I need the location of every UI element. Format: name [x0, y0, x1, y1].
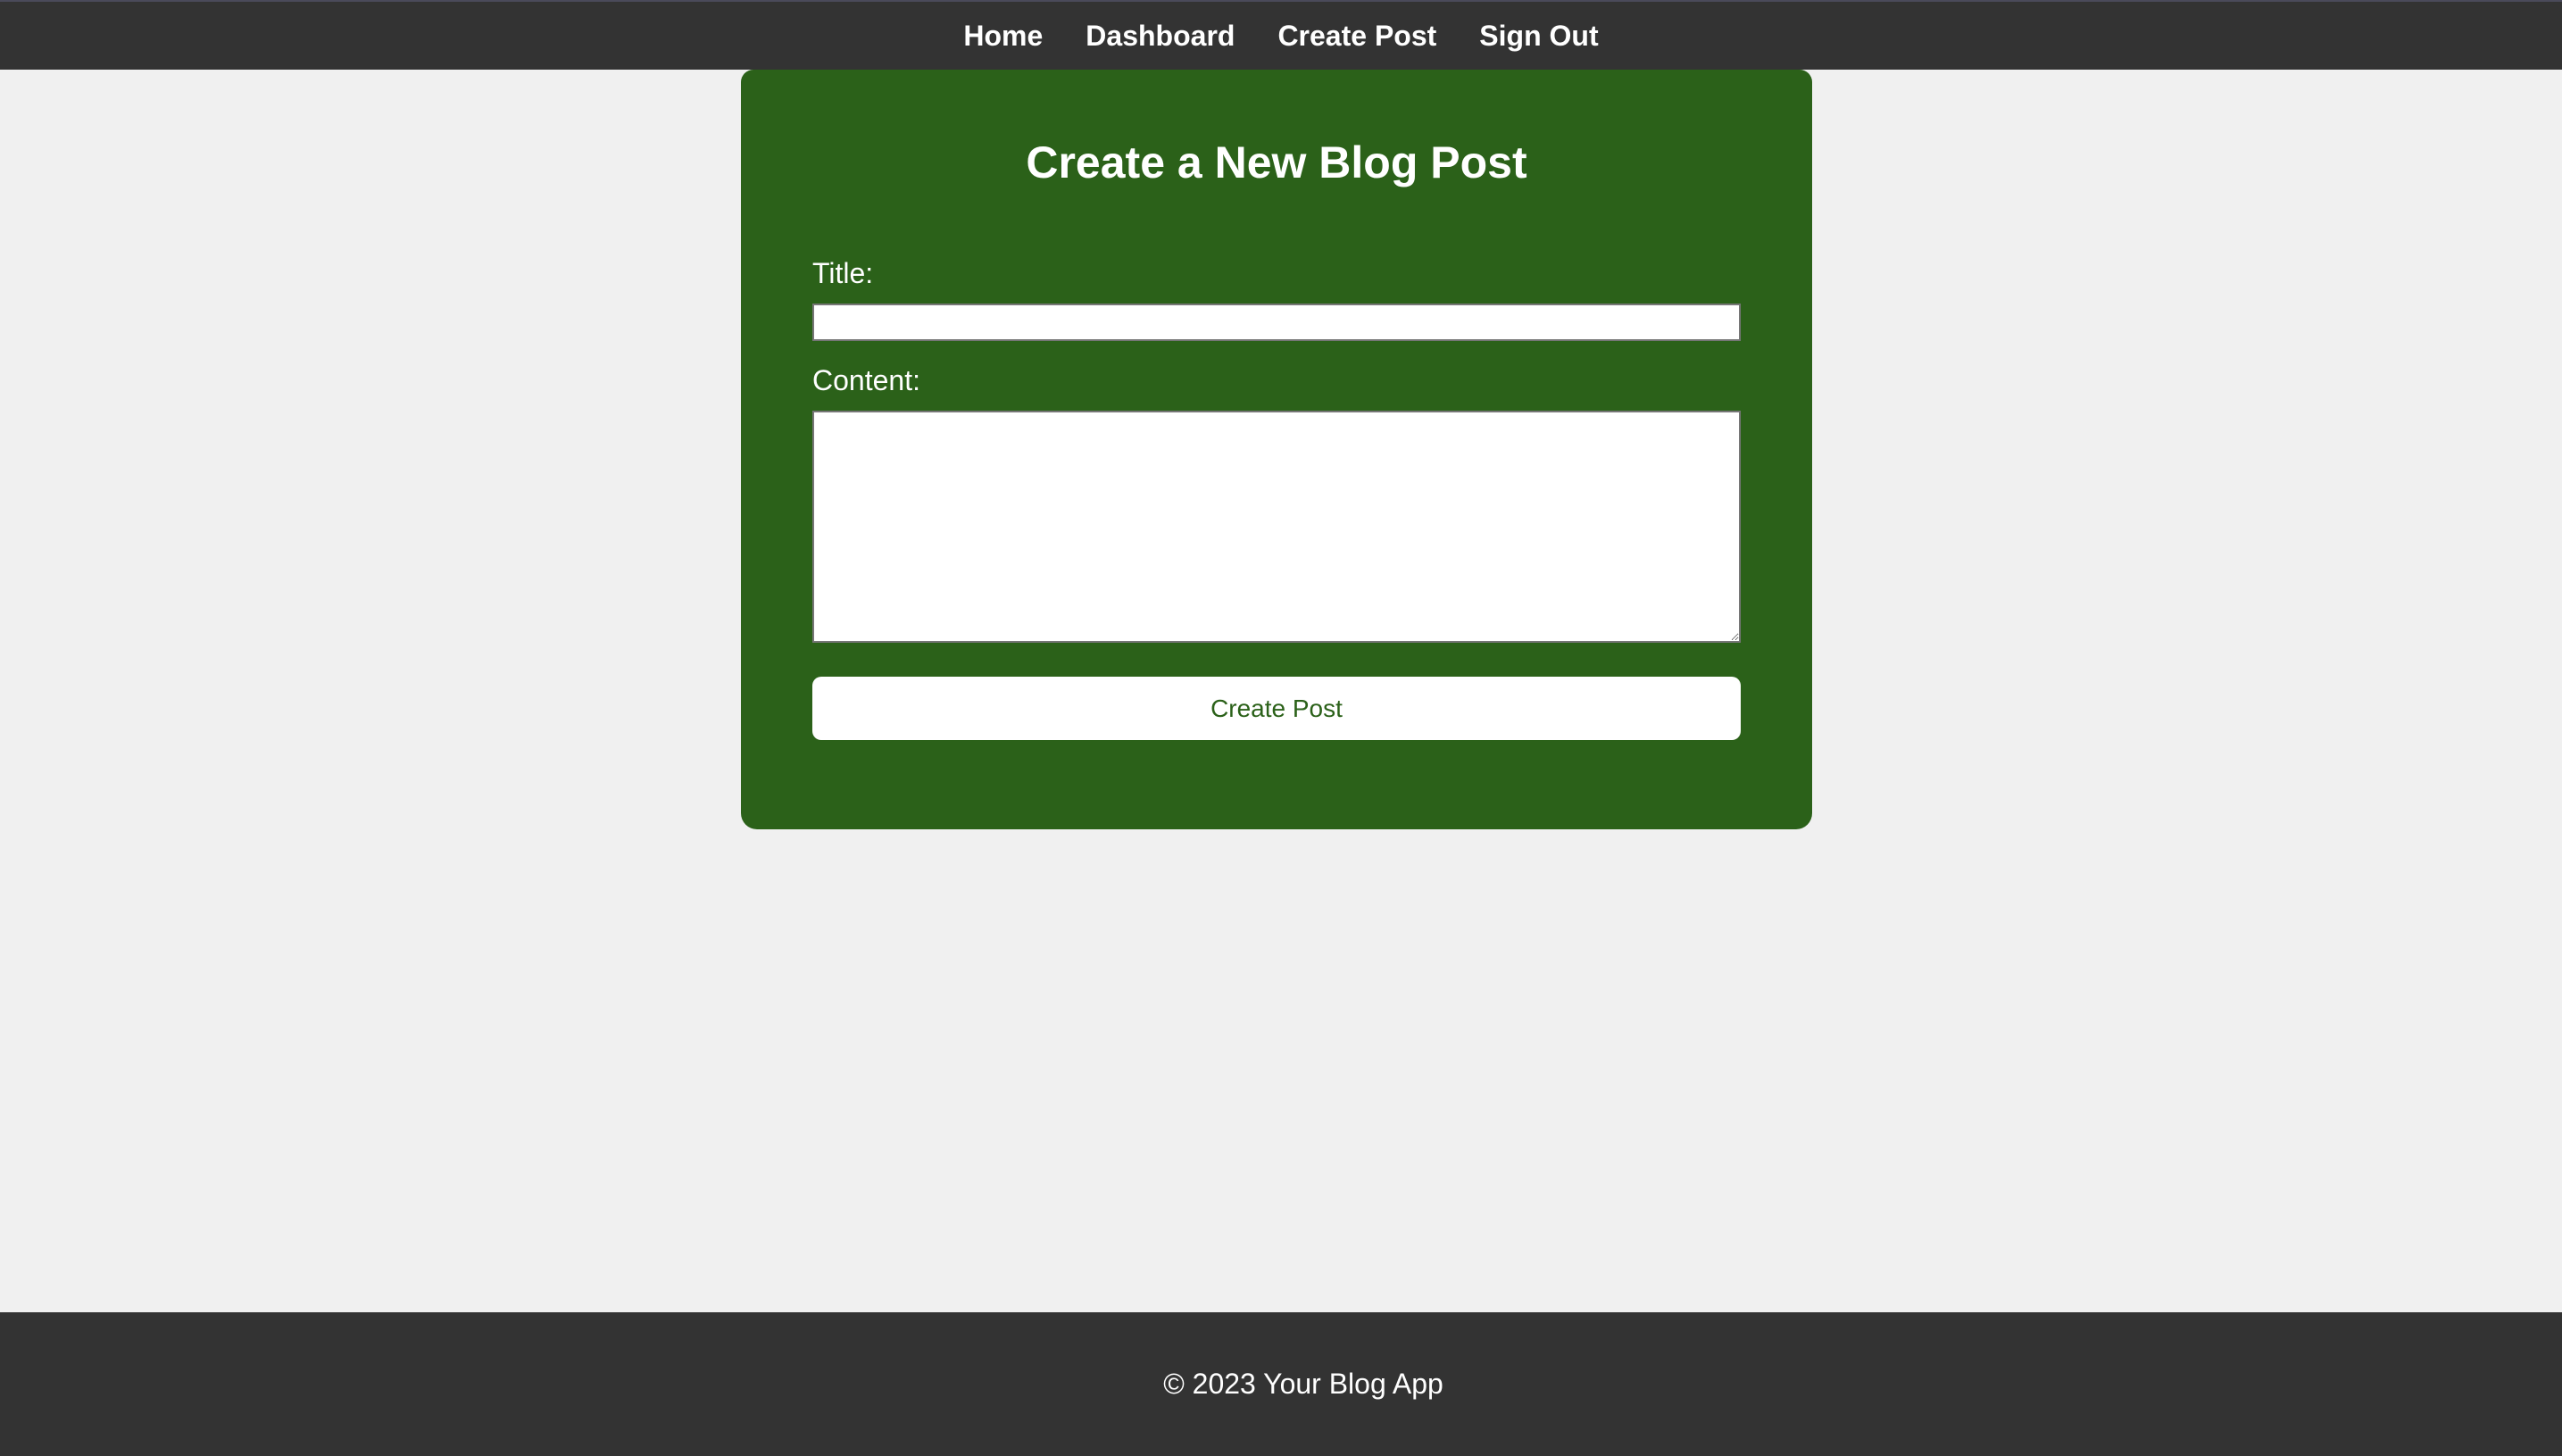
nav-link-dashboard[interactable]: Dashboard: [1086, 20, 1235, 53]
content-textarea[interactable]: [812, 411, 1741, 643]
top-navbar: Home Dashboard Create Post Sign Out: [0, 0, 2562, 70]
nav-link-sign-out[interactable]: Sign Out: [1479, 20, 1598, 53]
create-post-card: Create a New Blog Post Title: Content: C…: [741, 70, 1812, 829]
create-post-button[interactable]: Create Post: [812, 677, 1741, 740]
content-label: Content:: [812, 364, 920, 396]
page-title: Create a New Blog Post: [1026, 137, 1527, 187]
nav-link-home[interactable]: Home: [963, 20, 1043, 53]
footer-copyright: © 2023 Your Blog App: [1163, 1368, 1443, 1400]
page-footer: © 2023 Your Blog App: [0, 1312, 2562, 1456]
title-input[interactable]: [812, 304, 1741, 341]
title-label: Title:: [812, 257, 874, 289]
nav-link-create-post[interactable]: Create Post: [1277, 20, 1436, 53]
